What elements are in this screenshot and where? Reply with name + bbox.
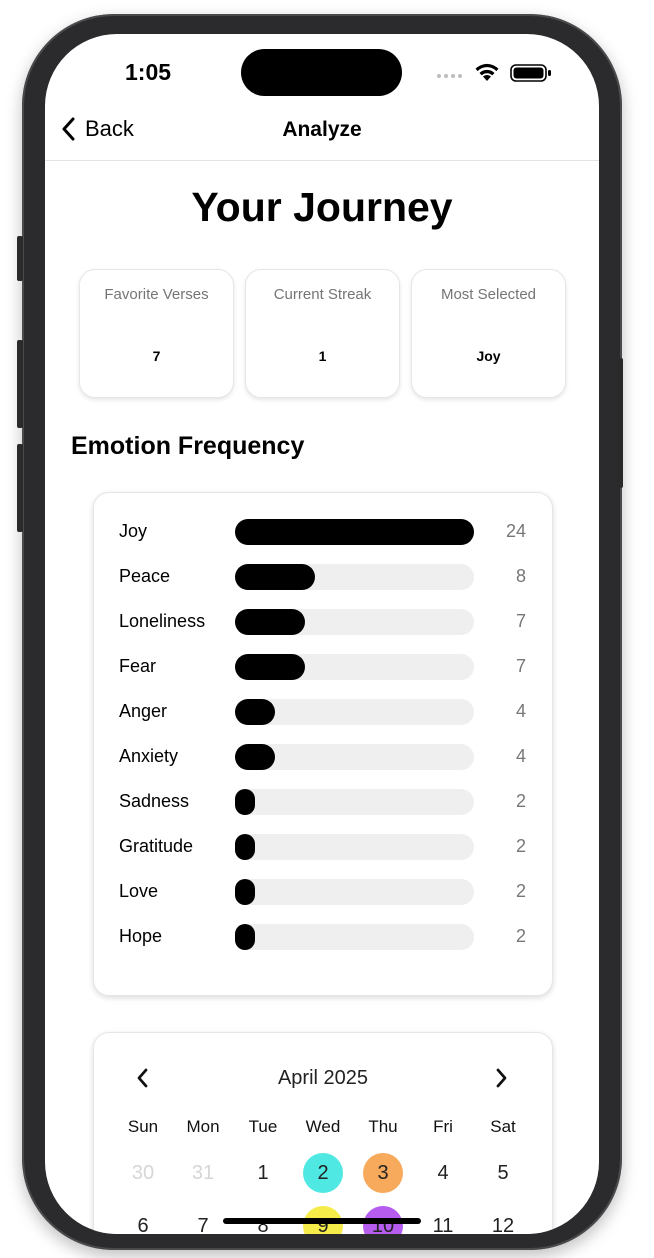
- emotion-row: Loneliness 7: [94, 609, 552, 635]
- volume-down-button: [17, 444, 23, 532]
- emotion-bar-fill: [235, 519, 474, 545]
- emotion-count: 8: [515, 566, 526, 586]
- calendar-day[interactable]: 11: [423, 1206, 463, 1234]
- emotion-row: Peace 8: [94, 564, 552, 590]
- stat-value: 7: [152, 348, 161, 364]
- emotion-frequency-card: Joy 24 Peace 8 Loneliness 7 Fear 7 Anger 4 Anxiety…: [93, 492, 553, 996]
- calendar-day[interactable]: 31: [183, 1153, 223, 1193]
- section-title-emotion-frequency: Emotion Frequency: [71, 432, 305, 460]
- stat-label: Favorite Verses: [104, 286, 209, 303]
- status-icons: [437, 62, 557, 82]
- status-time: 1:05: [125, 59, 172, 85]
- calendar-day[interactable]: 12: [483, 1206, 523, 1234]
- stat-card-current-streak: Current Streak 1: [245, 269, 400, 398]
- emotion-count: 4: [515, 746, 526, 766]
- emotion-name: Anger: [119, 701, 168, 721]
- emotion-row: Hope 2: [94, 924, 552, 950]
- emotion-bar-track: [235, 654, 474, 680]
- calendar-weekday: Sun: [127, 1117, 159, 1136]
- emotion-count: 7: [515, 656, 526, 676]
- emotion-bar-fill: [235, 609, 305, 635]
- emotion-bar-fill: [235, 879, 255, 905]
- calendar-weekday: Tue: [248, 1117, 278, 1136]
- emotion-bar-track: [235, 834, 474, 860]
- emotion-bar-track: [235, 789, 474, 815]
- emotion-row: Gratitude 2: [94, 834, 552, 860]
- calendar-card: April 2025 Sun Mon Tue Wed Thu Fri Sat 30 31 1 2 3 4…: [93, 1032, 553, 1234]
- calendar-day[interactable]: 7: [183, 1206, 223, 1234]
- emotion-row: Joy 24: [94, 519, 552, 545]
- emotion-bar-fill: [235, 834, 255, 860]
- emotion-count: 24: [505, 521, 526, 541]
- emotion-count: 4: [515, 701, 526, 721]
- emotion-count: 2: [515, 881, 526, 901]
- emotion-name: Fear: [119, 656, 157, 676]
- calendar-day[interactable]: 5: [483, 1153, 523, 1193]
- calendar-next-button[interactable]: [494, 1067, 508, 1094]
- app-screen: 1:05 Back Analyze Your Journey Favorite …: [45, 34, 599, 1234]
- emotion-bar-fill: [235, 699, 275, 725]
- calendar-day[interactable]: 6: [123, 1206, 163, 1234]
- emotion-name: Sadness: [119, 791, 190, 811]
- emotion-name: Anxiety: [119, 746, 179, 766]
- stat-value: Joy: [476, 348, 501, 364]
- emotion-bar-track: [235, 744, 474, 770]
- calendar-weekday: Mon: [186, 1117, 220, 1136]
- nav-title: Analyze: [282, 118, 362, 141]
- stat-label: Current Streak: [273, 286, 372, 303]
- emotion-name: Hope: [119, 926, 163, 946]
- stat-label: Most Selected: [440, 286, 537, 303]
- emotion-row: Love 2: [94, 879, 552, 905]
- emotion-bar-track: [235, 609, 474, 635]
- emotion-count: 2: [515, 836, 526, 856]
- calendar-day[interactable]: 2: [303, 1153, 343, 1193]
- emotion-bar-track: [235, 699, 474, 725]
- stat-value: 1: [318, 348, 327, 364]
- calendar-weekday: Fri: [433, 1117, 453, 1136]
- chevron-right-icon: [496, 1068, 507, 1088]
- navigation-bar: Back Analyze: [45, 102, 599, 161]
- calendar-day[interactable]: 1: [243, 1153, 283, 1193]
- emotion-name: Gratitude: [119, 836, 194, 856]
- emotion-bar-track: [235, 879, 474, 905]
- emotion-bar-fill: [235, 789, 255, 815]
- battery-icon: [510, 64, 551, 82]
- calendar-weekday: Sat: [490, 1117, 516, 1136]
- power-button: [617, 358, 623, 488]
- action-button: [17, 236, 23, 281]
- calendar-weekday: Thu: [368, 1117, 398, 1136]
- emotion-count: 7: [515, 611, 526, 631]
- emotion-bar-fill: [235, 744, 275, 770]
- emotion-count: 2: [515, 791, 526, 811]
- emotion-bar-fill: [235, 654, 305, 680]
- calendar-day[interactable]: 3: [363, 1153, 403, 1193]
- emotion-name: Joy: [119, 521, 148, 541]
- calendar-day[interactable]: 30: [123, 1153, 163, 1193]
- emotion-bar-track: [235, 519, 474, 545]
- cellular-signal-icon: [437, 74, 462, 78]
- emotion-count: 2: [515, 926, 526, 946]
- emotion-row: Fear 7: [94, 654, 552, 680]
- emotion-bar-track: [235, 924, 474, 950]
- wifi-icon: [475, 63, 499, 81]
- emotion-name: Peace: [119, 566, 171, 586]
- calendar-weekday: Wed: [305, 1117, 341, 1136]
- emotion-name: Loneliness: [119, 611, 206, 631]
- emotion-bar-track: [235, 564, 474, 590]
- home-indicator[interactable]: [223, 1218, 421, 1224]
- calendar-month-label: April 2025: [277, 1067, 369, 1089]
- emotion-row: Sadness 2: [94, 789, 552, 815]
- emotion-row: Anxiety 4: [94, 744, 552, 770]
- stats-row: Favorite Verses 7 Current Streak 1 Most …: [79, 269, 566, 398]
- stat-card-most-selected: Most Selected Joy: [411, 269, 566, 398]
- emotion-name: Love: [119, 881, 159, 901]
- page-title: Your Journey: [191, 184, 453, 230]
- calendar-day[interactable]: 4: [423, 1153, 463, 1193]
- emotion-row: Anger 4: [94, 699, 552, 725]
- emotion-bar-fill: [235, 564, 315, 590]
- emotion-bar-fill: [235, 924, 255, 950]
- volume-up-button: [17, 340, 23, 428]
- dynamic-island: [241, 49, 402, 96]
- stat-card-favorite-verses: Favorite Verses 7: [79, 269, 234, 398]
